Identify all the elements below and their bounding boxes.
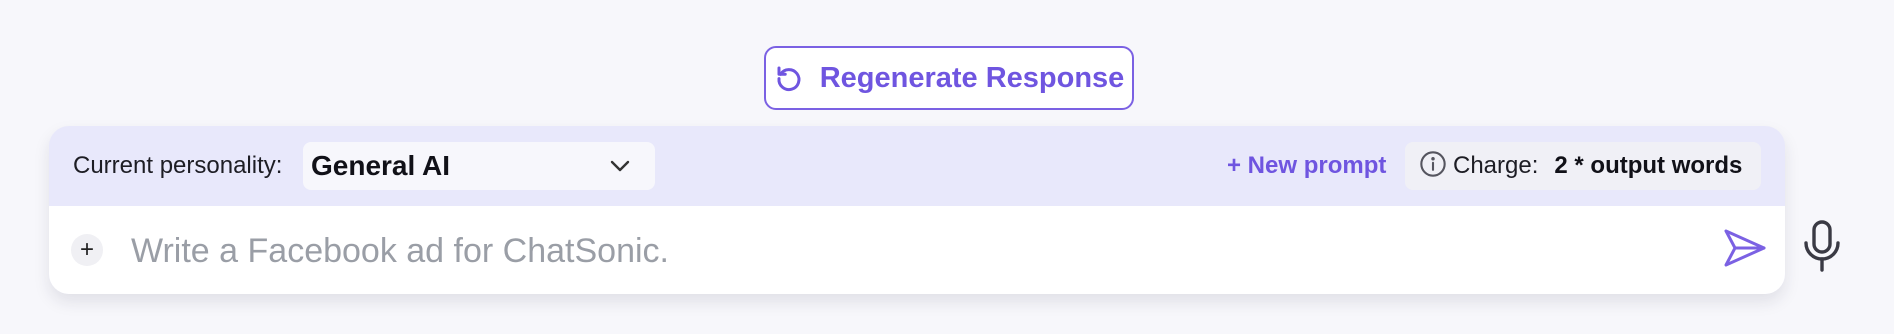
chat-composer-area: Regenerate Response Current personality:… <box>0 0 1894 334</box>
send-icon <box>1723 228 1767 273</box>
charge-label: Charge: <box>1453 152 1539 179</box>
microphone-icon <box>1802 219 1842 278</box>
send-button[interactable] <box>1721 226 1769 274</box>
charge-info: Charge: 2 * output words <box>1405 142 1761 190</box>
refresh-icon <box>774 63 804 93</box>
composer-card: Current personality: General AI + New pr… <box>49 126 1785 294</box>
info-icon[interactable] <box>1419 150 1447 183</box>
personality-label: Current personality: <box>73 152 283 179</box>
regenerate-response-button[interactable]: Regenerate Response <box>764 46 1134 110</box>
regenerate-response-label: Regenerate Response <box>819 61 1125 94</box>
composer-toolbar: Current personality: General AI + New pr… <box>49 126 1785 206</box>
plus-icon: + <box>79 236 94 263</box>
microphone-button[interactable] <box>1800 219 1844 278</box>
charge-value: 2 * output words <box>1554 152 1743 179</box>
personality-value: General AI <box>311 150 451 181</box>
prompt-input-row: + <box>49 206 1785 294</box>
personality-select[interactable]: General AI <box>303 142 655 190</box>
prompt-input[interactable] <box>129 224 1653 278</box>
chevron-down-icon <box>609 159 647 173</box>
attach-button[interactable]: + <box>71 234 103 266</box>
new-prompt-link[interactable]: + New prompt <box>1227 126 1386 206</box>
